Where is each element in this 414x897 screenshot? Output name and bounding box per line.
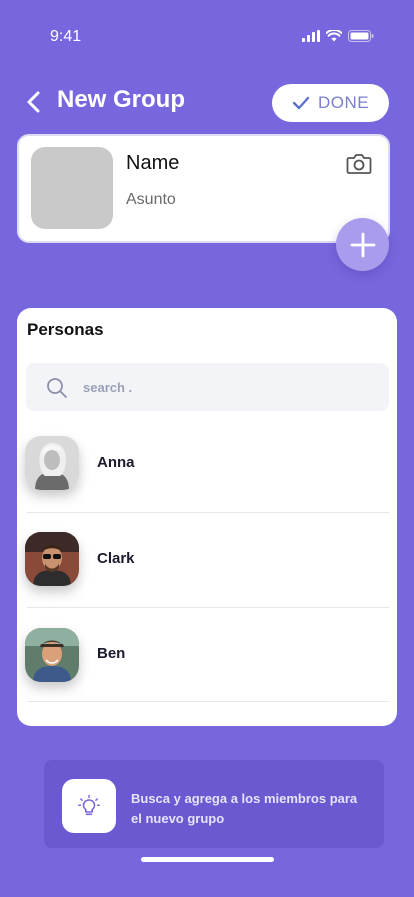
group-photo-placeholder[interactable] [31,147,113,229]
divider [27,701,389,702]
lightbulb-icon [78,794,100,816]
contact-name: Anna [97,454,135,471]
avatar [25,628,79,682]
hint-icon-box [62,779,116,833]
done-label: DONE [317,93,370,112]
battery-icon [348,30,374,42]
camera-icon [346,154,372,174]
status-bar: 9:41 [0,0,414,70]
back-button[interactable] [22,88,46,116]
hint-text: Busca y agrega a los miembros para el nu… [131,791,358,826]
search-icon [47,378,67,398]
avatar [25,532,79,586]
wifi-icon [326,30,342,42]
search-input[interactable] [83,375,373,399]
contact-name: Ben [97,645,126,662]
signal-icon [302,30,320,42]
status-icons [302,30,374,42]
plus-icon [350,232,375,257]
people-card: Personas Anna [17,308,397,726]
chevron-left-icon [27,91,40,113]
avatar [25,436,79,490]
header: New Group DONE [0,80,414,124]
contact-row-ben[interactable]: Ben [17,608,397,703]
home-indicator[interactable] [141,857,274,862]
group-subject-field[interactable]: Asunto [126,191,176,209]
camera-button[interactable] [346,152,372,176]
contact-name: Clark [97,550,135,567]
hint-card: Busca y agrega a los miembros para el nu… [44,760,384,848]
done-button[interactable]: DONE [272,84,389,122]
status-time: 9:41 [50,28,82,45]
add-button[interactable] [336,218,389,271]
search-bar[interactable] [26,363,389,411]
group-info-card: Name Asunto [17,134,390,243]
people-section-title: Personas [27,320,104,339]
contact-row-clark[interactable]: Clark [17,513,397,608]
check-icon [292,96,310,110]
page-title: New Group [57,86,186,113]
group-name-field[interactable]: Name [126,152,179,175]
contact-row-anna[interactable]: Anna [17,418,397,513]
